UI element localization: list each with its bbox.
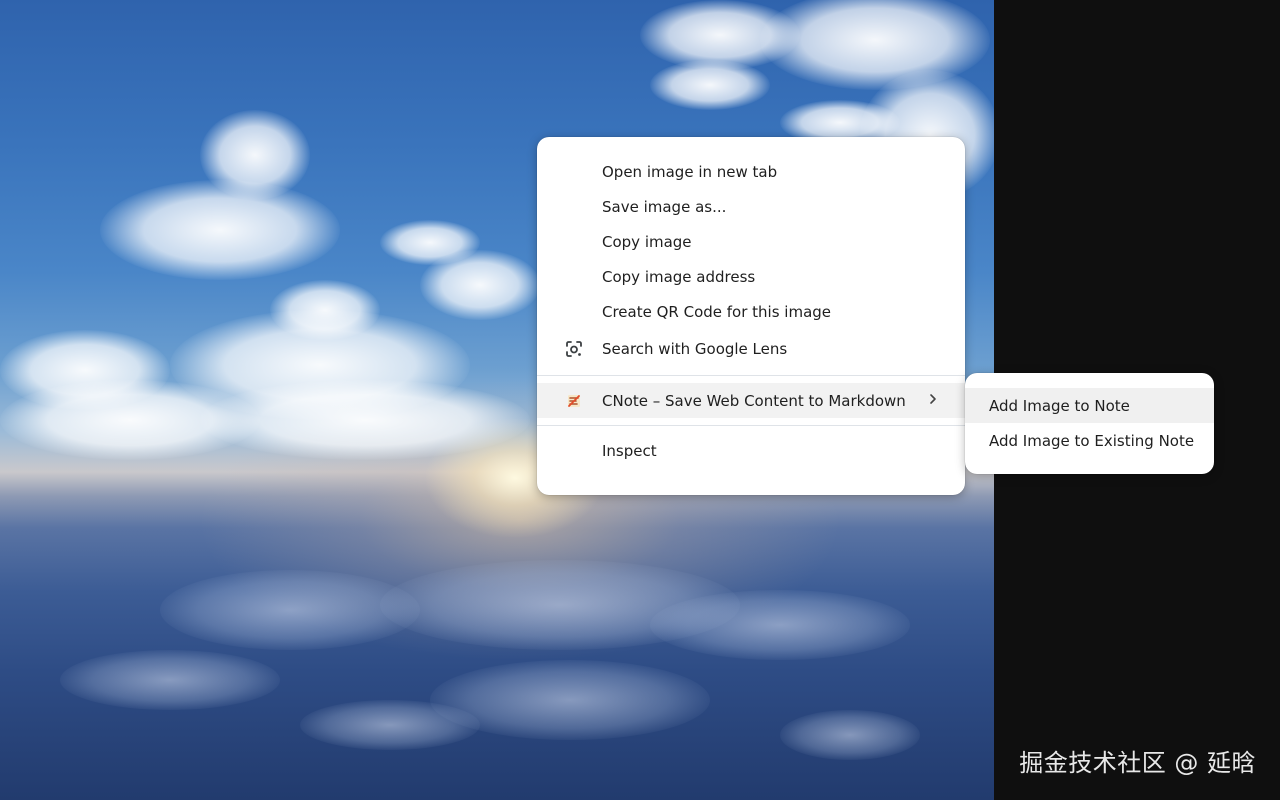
menu-item-copy-image[interactable]: Copy image	[537, 224, 965, 259]
menu-item-label: Copy image address	[602, 267, 756, 286]
cnote-icon	[565, 392, 583, 410]
chevron-right-icon	[929, 393, 937, 409]
menu-item-copy-image-address[interactable]: Copy image address	[537, 259, 965, 294]
menu-item-search-google-lens[interactable]: Search with Google Lens	[537, 329, 965, 368]
menu-item-save-image-as[interactable]: Save image as...	[537, 189, 965, 224]
image-context-menu: Open image in new tab Save image as... C…	[537, 137, 965, 495]
menu-item-label: Create QR Code for this image	[602, 302, 832, 321]
menu-separator	[537, 425, 965, 426]
menu-item-open-image-new-tab[interactable]: Open image in new tab	[537, 154, 965, 189]
google-lens-icon	[565, 340, 583, 358]
menu-item-label: Save image as...	[602, 197, 727, 216]
menu-item-label: Inspect	[602, 441, 657, 460]
menu-item-inspect[interactable]: Inspect	[537, 433, 965, 468]
cnote-submenu: Add Image to Note Add Image to Existing …	[965, 373, 1214, 474]
menu-separator	[537, 375, 965, 376]
menu-item-cnote-extension[interactable]: CNote – Save Web Content to Markdown	[537, 383, 965, 418]
submenu-item-add-image-to-note[interactable]: Add Image to Note	[965, 388, 1214, 423]
submenu-item-label: Add Image to Existing Note	[989, 431, 1195, 450]
submenu-item-label: Add Image to Note	[989, 396, 1130, 415]
watermark-text: 掘金技术社区 @ 延晗	[1019, 749, 1256, 777]
submenu-item-add-image-to-existing-note[interactable]: Add Image to Existing Note	[965, 423, 1214, 458]
menu-item-label: Search with Google Lens	[602, 339, 788, 358]
menu-item-label: Open image in new tab	[602, 162, 778, 181]
menu-item-create-qr-code[interactable]: Create QR Code for this image	[537, 294, 965, 329]
menu-item-label: CNote – Save Web Content to Markdown	[602, 391, 906, 410]
menu-item-label: Copy image	[602, 232, 692, 251]
